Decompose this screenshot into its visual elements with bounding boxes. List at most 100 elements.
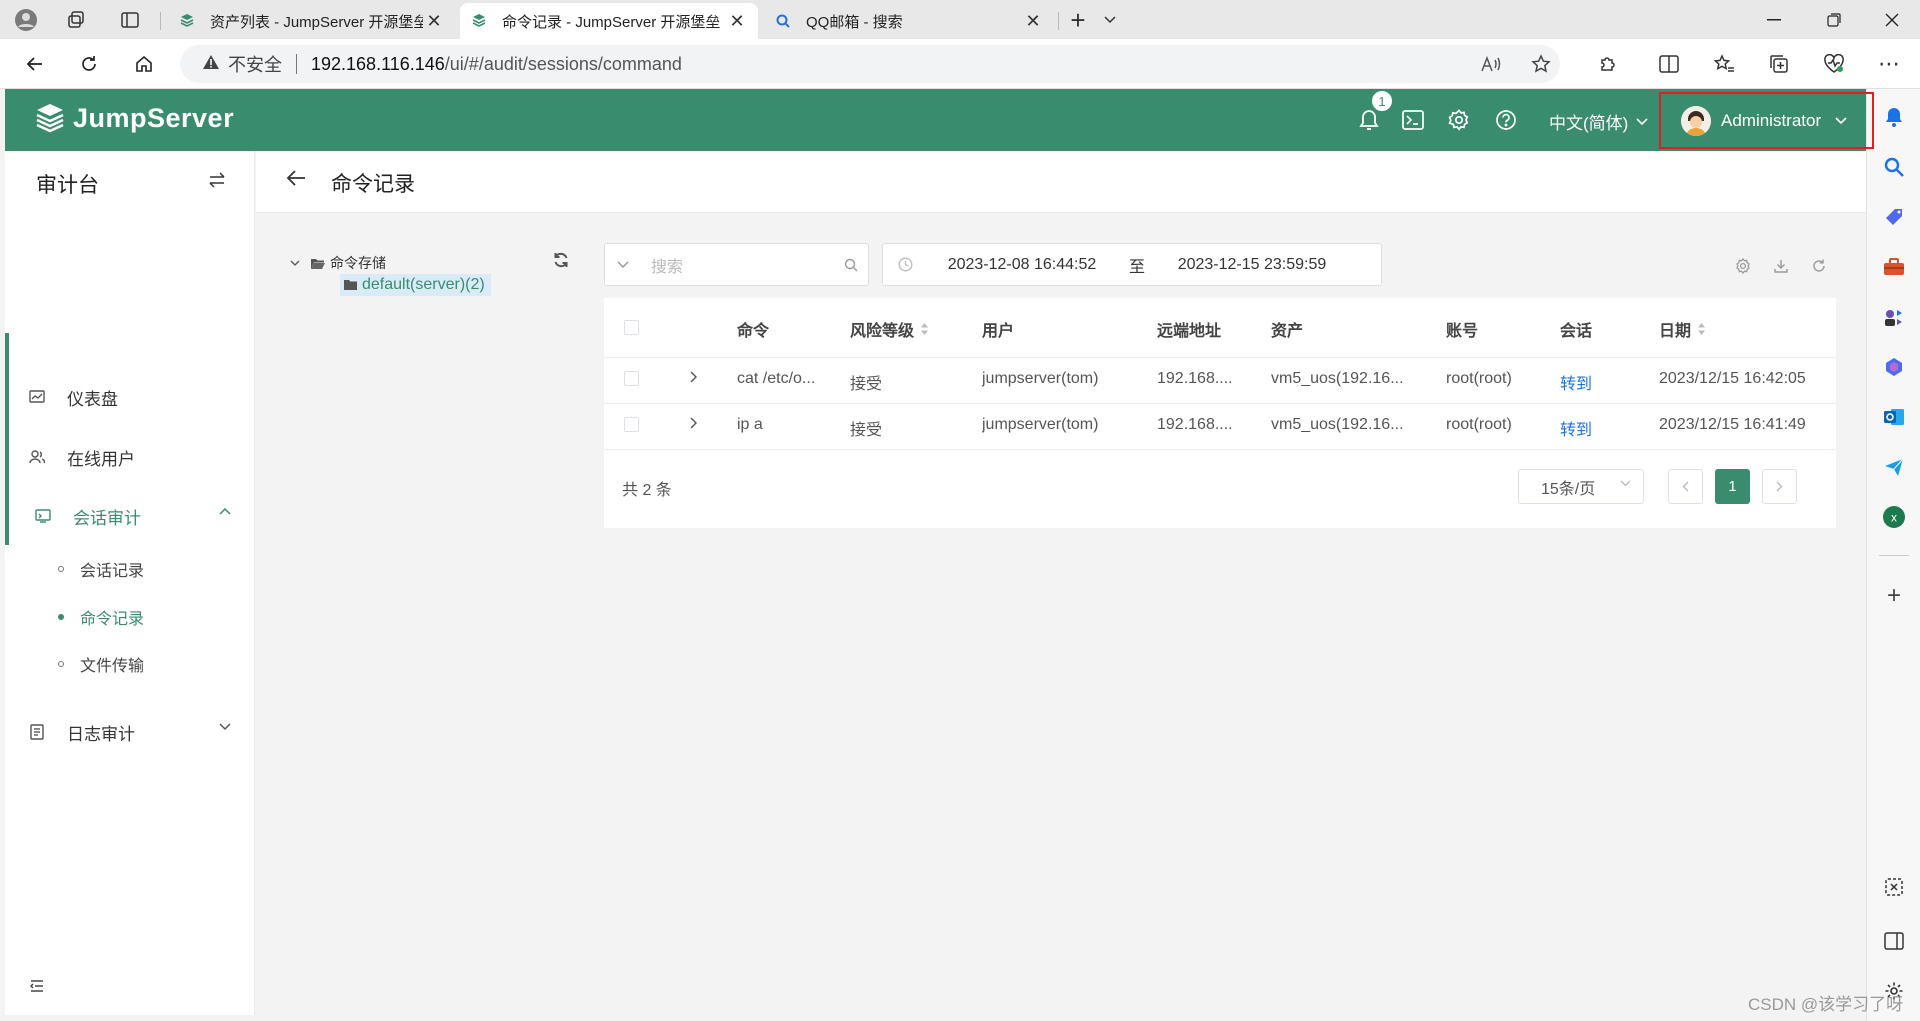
favorites-icon[interactable] (1707, 47, 1741, 81)
tools-icon[interactable] (1880, 253, 1908, 281)
next-page-button[interactable] (1762, 469, 1797, 504)
restore-button[interactable] (1806, 0, 1862, 39)
browser-essentials-icon[interactable] (1817, 47, 1851, 81)
not-secure-label[interactable]: 不安全 (228, 51, 282, 77)
tree-expand-icon[interactable] (290, 259, 300, 267)
web-terminal-icon[interactable] (1400, 107, 1426, 133)
date-end[interactable]: 2023-12-15 23:59:59 (1157, 256, 1347, 274)
settings-gear-icon[interactable] (1446, 107, 1472, 133)
notification-count-badge: 1 (1371, 90, 1393, 112)
extensions-icon[interactable] (1591, 47, 1625, 81)
column-header-session: 会话 (1560, 323, 1593, 340)
workspaces-icon[interactable] (60, 4, 92, 36)
jumpserver-favicon-icon (178, 12, 196, 30)
favorite-star-icon[interactable] (1524, 47, 1558, 81)
tab-close-icon[interactable]: ✕ (726, 11, 748, 32)
column-header-label: 风险等级 (850, 323, 915, 340)
tab-actions-icon[interactable] (114, 4, 146, 36)
copilot-icon[interactable] (1880, 353, 1908, 381)
watermark: CSDN @该学习了呀 (1748, 995, 1904, 1014)
minimize-button[interactable] (1746, 0, 1802, 39)
url-field[interactable]: 不安全 192.168.116.146 /ui/#/audit/sessions… (180, 45, 1560, 83)
date-separator: 至 (1128, 258, 1145, 276)
row-divider (604, 403, 1836, 404)
search-input[interactable]: 搜索 (604, 243, 869, 286)
read-aloud-icon[interactable] (1474, 47, 1508, 81)
sidebar-subitem-file-transfer[interactable]: 文件传输 (5, 642, 255, 686)
screenshot-icon[interactable] (1880, 873, 1908, 901)
tab-list-chevron-icon[interactable] (1094, 4, 1126, 36)
url-path: /ui/#/audit/sessions/command (444, 53, 682, 74)
prev-page-button[interactable] (1668, 469, 1703, 504)
user-menu[interactable]: Administrator (1659, 92, 1874, 149)
games-icon[interactable] (1880, 303, 1908, 331)
tree-root-label: 命令存储 (330, 255, 386, 271)
tab-asset-list[interactable]: 资产列表 - JumpServer 开源堡垒 ✕ (168, 3, 455, 39)
sidebar-item-log-audit[interactable]: 日志审计 (5, 709, 255, 755)
collapse-sidebar-icon[interactable] (29, 977, 44, 997)
more-menu-icon[interactable]: ⋯ (1872, 47, 1906, 81)
sidebar-item-online-users[interactable]: 在线用户 (5, 434, 255, 480)
tree-node-root[interactable]: 命令存储 (290, 253, 386, 273)
table-settings-icon[interactable] (1733, 256, 1753, 276)
excel-icon[interactable]: x (1880, 503, 1908, 531)
row-checkbox[interactable] (624, 371, 639, 386)
sort-icon[interactable] (920, 322, 929, 336)
date-range-picker[interactable]: 2023-12-08 16:44:52 至 2023-12-15 23:59:5… (882, 243, 1382, 286)
column-header-date[interactable]: 日期 (1659, 317, 1779, 341)
select-all-checkbox[interactable] (624, 320, 639, 335)
sidebar-subitem-session-records[interactable]: 会话记录 (5, 547, 255, 591)
refresh-icon[interactable] (1809, 256, 1829, 276)
row-checkbox[interactable] (624, 417, 639, 432)
tree-node-default-server[interactable]: default(server)(2) (340, 274, 491, 296)
sidebar-item-session-audit[interactable]: 会话审计 (5, 493, 255, 539)
language-selector[interactable]: 中文(简体) (1549, 109, 1648, 134)
download-icon[interactable] (1771, 256, 1791, 276)
search-field-dropdown-icon[interactable] (605, 260, 641, 269)
cell-session-goto-link[interactable]: 转到 (1560, 370, 1620, 394)
expand-row-icon[interactable] (689, 416, 697, 434)
expand-row-icon[interactable] (689, 370, 697, 388)
close-window-button[interactable] (1864, 0, 1920, 39)
help-icon[interactable] (1493, 107, 1519, 133)
shopping-tag-icon[interactable] (1880, 203, 1908, 231)
tab-separator (160, 12, 161, 30)
back-arrow-icon[interactable] (286, 169, 306, 192)
sidebar-toggle-icon[interactable] (1880, 927, 1908, 955)
column-header-risk-level[interactable]: 风险等级 (850, 317, 970, 341)
back-button[interactable] (18, 47, 52, 81)
tab-command-records[interactable]: 命令记录 - JumpServer 开源堡垒 ✕ (460, 3, 758, 39)
tab-qq-mail[interactable]: QQ邮箱 - 搜索 ✕ (764, 3, 1054, 39)
switch-view-icon[interactable] (209, 171, 225, 194)
profile-icon[interactable] (10, 4, 42, 36)
row-divider (604, 357, 1836, 358)
clock-icon (883, 257, 927, 272)
add-icon[interactable]: + (1880, 582, 1908, 610)
tree-refresh-icon[interactable] (553, 252, 569, 273)
outlook-icon[interactable] (1880, 403, 1908, 431)
chevron-up-icon (219, 507, 231, 515)
search-icon[interactable] (834, 258, 868, 272)
notification-bell-icon[interactable] (1880, 103, 1908, 131)
page-size-select[interactable]: 15条/页 (1518, 469, 1644, 504)
sort-icon[interactable] (1697, 322, 1706, 336)
new-tab-button[interactable]: + (1062, 4, 1094, 36)
sidebar-item-label: 仪表盘 (67, 389, 118, 409)
tab-close-icon[interactable]: ✕ (423, 11, 445, 32)
collections-icon[interactable] (1762, 47, 1796, 81)
jumpserver-logo[interactable]: JumpServer (35, 102, 234, 134)
sidebar-subitem-command-records[interactable]: 命令记录 (5, 595, 255, 639)
send-icon[interactable] (1880, 453, 1908, 481)
cell-session-goto-link[interactable]: 转到 (1560, 416, 1620, 440)
bullet-icon (58, 661, 64, 667)
split-screen-icon[interactable] (1652, 47, 1686, 81)
sidebar-item-dashboard[interactable]: 仪表盘 (5, 374, 255, 420)
cell-command: ip a (737, 416, 763, 433)
search-icon[interactable] (1880, 153, 1908, 181)
date-start[interactable]: 2023-12-08 16:44:52 (927, 256, 1117, 274)
warning-icon[interactable] (202, 54, 220, 75)
tab-close-icon[interactable]: ✕ (1022, 11, 1044, 32)
reload-button[interactable] (72, 47, 106, 81)
page-number-button[interactable]: 1 (1715, 469, 1750, 504)
home-button[interactable] (127, 47, 161, 81)
